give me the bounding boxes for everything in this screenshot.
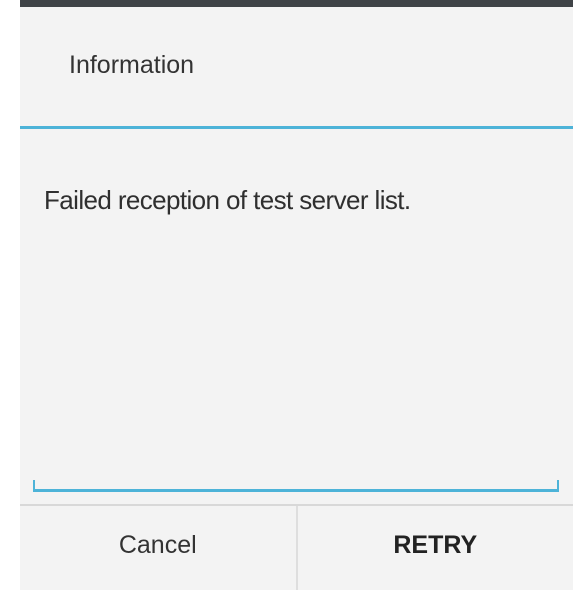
cancel-button[interactable]: Cancel	[20, 506, 298, 590]
dialog-top-border	[20, 0, 573, 7]
information-dialog: Information Failed reception of test ser…	[20, 0, 573, 590]
dialog-header: Information	[20, 7, 573, 126]
content-scroll-edge	[33, 480, 559, 492]
dialog-title: Information	[69, 51, 195, 79]
dialog-content: Failed reception of test server list.	[20, 129, 573, 504]
dialog-message: Failed reception of test server list.	[44, 185, 411, 215]
retry-button[interactable]: RETRY	[298, 506, 573, 590]
dialog-button-bar: Cancel RETRY	[20, 506, 573, 590]
